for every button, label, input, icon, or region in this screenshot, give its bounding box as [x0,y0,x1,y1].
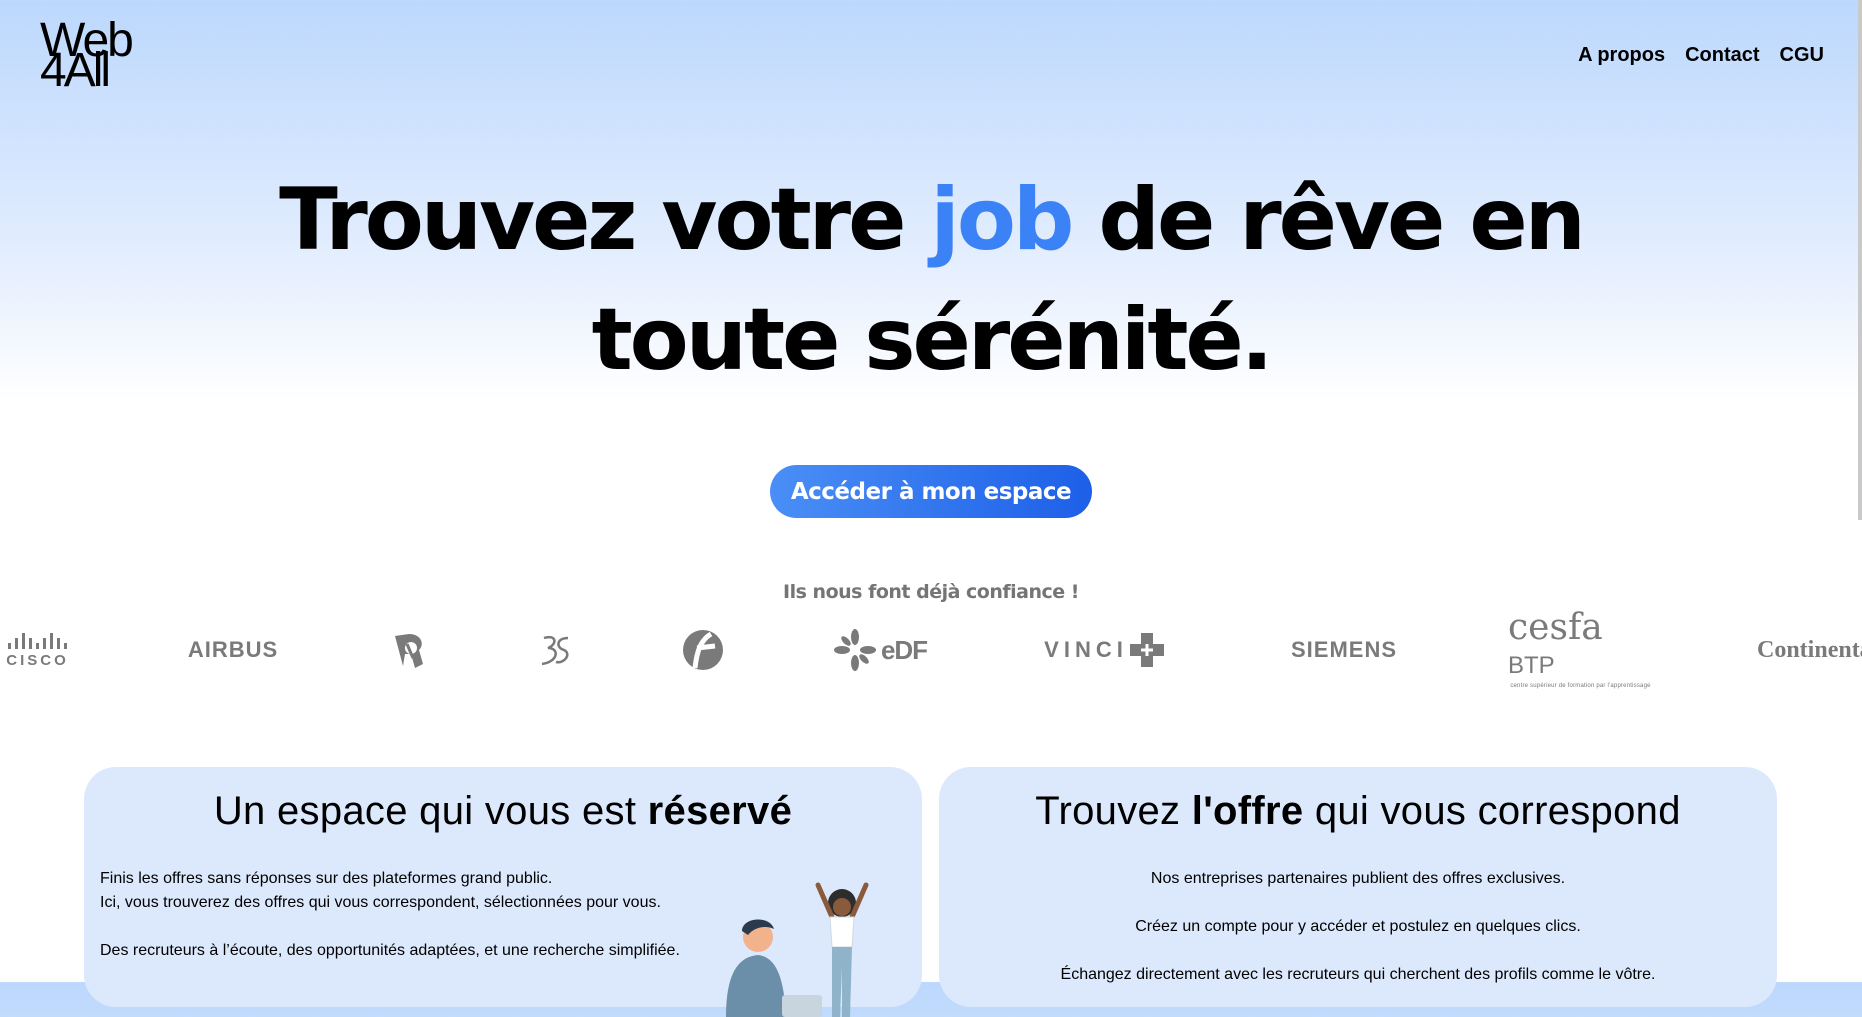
hero-title-text-end: de rêve en [1071,170,1585,270]
cesfa-text: cesfa [1508,607,1603,648]
hero-title-line1: Trouvez votre job de rêve en [0,160,1862,280]
trust-heading: Ils nous font déjà confiance ! [783,581,1079,603]
nav-link-cgu[interactable]: CGU [1780,44,1824,67]
find-offer-line-1: Nos entreprises partenaires publient des… [1150,870,1566,887]
cesfa-btp-logo: cesfa BTP centre supérieur de formation … [1508,610,1653,690]
find-offer-title-text: Trouvez [1035,789,1192,833]
nav-link-a-propos[interactable]: A propos [1578,44,1665,67]
vinci-logo: VINCI [1034,620,1176,680]
partner-symbol-1-icon [386,620,432,680]
hero-title-text: Trouvez votre [279,170,931,270]
hero-title-accent: job [930,170,1074,270]
reserved-space-body: Finis les offres sans réponses sur des p… [100,867,680,963]
page-scrollbar[interactable] [1858,0,1862,520]
edf-flower-icon [833,629,876,671]
edf-logo: eDF [830,620,930,680]
site-logo[interactable]: Web 4All [40,17,160,97]
dassault-3ds-icon [533,620,579,680]
access-space-button[interactable]: Accéder à mon espace [770,465,1092,518]
hero-title-line2: toute sérénité. [591,290,1274,390]
cisco-logo: CISCO [0,620,75,680]
people-illustration-icon [726,882,869,1017]
logo-text-4all: 4All [40,44,111,97]
cisco-bars-icon [8,631,67,649]
reserved-space-title-bold: réservé [647,789,793,833]
reserved-space-line-1: Finis les offres sans réponses sur des p… [100,870,553,887]
airbus-logo: AIRBUS [187,637,279,662]
hero-title: Trouvez votre job de rêve en toute sérén… [0,160,1862,400]
nav-link-contact[interactable]: Contact [1685,44,1759,67]
orbit-globe-icon [680,620,726,680]
vinci-cross-icon [1129,633,1164,667]
continental-logo: Continental [1757,636,1862,663]
edf-wordmark: eDF [880,634,928,665]
reserved-space-line-3: Des recruteurs à l’écoute, des opportuni… [100,942,680,959]
cesfa-btp-text: BTP [1508,652,1555,679]
find-offer-line-2: Créez un compte pour y accéder et postul… [1135,918,1581,935]
find-offer-card: Trouvez l'offre qui vous correspond Nos … [939,767,1777,1007]
top-nav: A propos Contact CGU [1578,44,1824,67]
find-offer-title-bold: l'offre [1191,789,1304,833]
cisco-wordmark: CISCO [6,652,69,669]
find-offer-title: Trouvez l'offre qui vous correspond [939,789,1777,834]
reserved-space-paragraph-1: Finis les offres sans réponses sur des p… [100,867,680,915]
reserved-space-title-text: Un espace qui vous est [213,789,648,833]
reserved-space-card: Un espace qui vous est réservé Finis les… [84,767,922,1017]
siemens-logo: SIEMENS [1290,637,1398,662]
cesfa-wordmark: cesfa BTP [1508,610,1653,683]
reserved-space-title: Un espace qui vous est réservé [84,789,922,834]
reserved-space-line-2: Ici, vous trouverez des offres qui vous … [100,894,661,911]
partner-logos: CISCO AIRBUS eDF VINCI SIEMENS cesfa BTP… [0,610,1862,690]
find-offer-body: Nos entreprises partenaires publient des… [939,867,1777,1011]
vinci-wordmark: VINCI [1044,637,1128,662]
find-offer-line-3: Échangez directement avec les recruteurs… [1060,966,1656,983]
cesfa-tagline: centre supérieur de formation par l'appr… [1510,683,1651,689]
find-offer-title-text-end: qui vous correspond [1303,789,1681,833]
